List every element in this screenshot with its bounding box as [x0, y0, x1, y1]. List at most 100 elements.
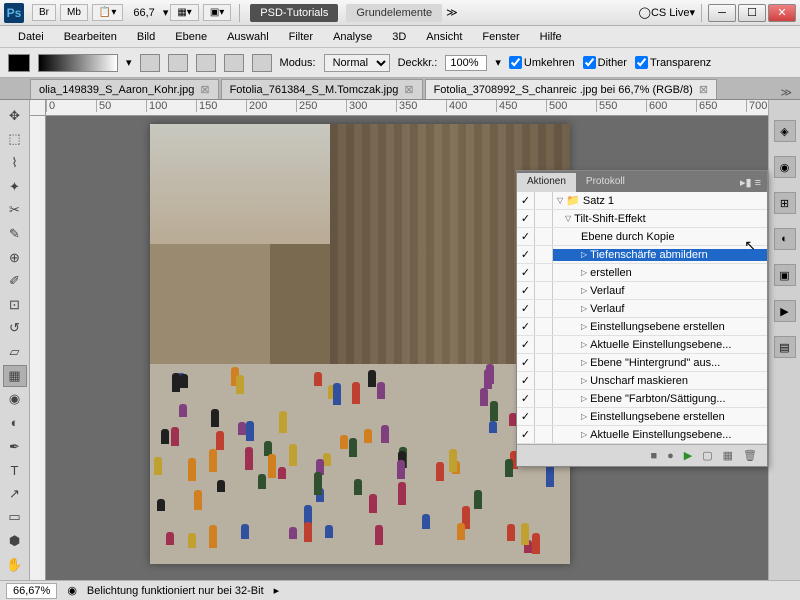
toggle-checkbox[interactable]: ✓ [517, 228, 535, 245]
dialog-toggle[interactable] [535, 192, 553, 209]
action-row[interactable]: ✓Ebene durch Kopie [517, 228, 767, 246]
action-row[interactable]: ✓▷Aktuelle Einstellungsebene... [517, 426, 767, 444]
action-row[interactable]: ✓▷Einstellungsebene erstellen [517, 408, 767, 426]
status-zoom[interactable]: 66,67% [6, 583, 57, 599]
move-tool[interactable]: ✥ [3, 105, 27, 127]
minimize-button[interactable]: ─ [708, 4, 736, 22]
action-row[interactable]: ✓▷Ebene "Hintergrund" aus... [517, 354, 767, 372]
swatches-panel-icon[interactable]: ◉ [774, 156, 796, 178]
dodge-tool[interactable]: ◐ [3, 412, 27, 434]
mini-bridge-button[interactable]: Mb [60, 4, 88, 21]
toggle-checkbox[interactable]: ✓ [517, 192, 535, 209]
cslive-dropdown-icon[interactable]: ▾ [689, 6, 695, 19]
healing-tool[interactable]: ⊕ [3, 247, 27, 269]
shape-tool[interactable]: ▭ [3, 507, 27, 529]
delete-button[interactable]: 🗑 [743, 449, 757, 462]
screen-mode-button[interactable]: ▣▾ [203, 4, 231, 21]
pen-tool[interactable]: ✒ [3, 436, 27, 458]
dialog-toggle[interactable] [535, 408, 553, 425]
dialog-toggle[interactable] [535, 426, 553, 443]
crop-tool[interactable]: ✂ [3, 200, 27, 222]
radial-gradient-button[interactable] [168, 54, 188, 72]
toggle-checkbox[interactable]: ✓ [517, 390, 535, 407]
dialog-toggle[interactable] [535, 300, 553, 317]
workspace-grundelemente[interactable]: Grundelemente [346, 4, 442, 22]
lasso-tool[interactable]: ⌇ [3, 152, 27, 174]
action-row[interactable]: ✓▷Einstellungsebene erstellen [517, 318, 767, 336]
linear-gradient-button[interactable] [140, 54, 160, 72]
dialog-toggle[interactable] [535, 336, 553, 353]
opacity-input[interactable] [445, 55, 487, 71]
menu-datei[interactable]: Datei [8, 28, 54, 46]
path-tool[interactable]: ↗ [3, 483, 27, 505]
action-row[interactable]: ✓▽📁Satz 1 [517, 192, 767, 210]
toggle-checkbox[interactable]: ✓ [517, 372, 535, 389]
maximize-button[interactable]: ☐ [738, 4, 766, 22]
new-set-button[interactable]: ▢ [702, 449, 712, 462]
masks-panel-icon[interactable]: ▣ [774, 264, 796, 286]
menu-bild[interactable]: Bild [127, 28, 165, 46]
menu-fenster[interactable]: Fenster [472, 28, 529, 46]
menu-ansicht[interactable]: Ansicht [416, 28, 472, 46]
workspace-more-icon[interactable]: ≫ [446, 6, 458, 19]
gradient-dropdown-icon[interactable]: ▾ [126, 56, 132, 69]
toggle-checkbox[interactable]: ✓ [517, 264, 535, 281]
toggle-checkbox[interactable]: ✓ [517, 282, 535, 299]
menu-auswahl[interactable]: Auswahl [217, 28, 279, 46]
action-row[interactable]: ✓▷erstellen [517, 264, 767, 282]
actions-panel-icon[interactable]: ▶ [774, 300, 796, 322]
close-tab-icon[interactable]: ⊠ [200, 83, 209, 96]
dialog-toggle[interactable] [535, 228, 553, 245]
workspace-psd-tutorials[interactable]: PSD-Tutorials [250, 4, 338, 22]
reflected-gradient-button[interactable] [224, 54, 244, 72]
toggle-checkbox[interactable]: ✓ [517, 408, 535, 425]
document-tab[interactable]: Fotolia_761384_S_M.Tomczak.jpg⊠ [221, 79, 423, 99]
view-extras-button[interactable]: 📋▾ [92, 4, 123, 21]
marquee-tool[interactable]: ⬚ [3, 129, 27, 151]
hand-tool[interactable]: ✋ [3, 554, 27, 576]
wand-tool[interactable]: ✦ [3, 176, 27, 198]
blur-tool[interactable]: ◉ [3, 389, 27, 411]
layers-panel-icon[interactable]: ▤ [774, 336, 796, 358]
document-tab[interactable]: Fotolia_3708992_S_chanreic .jpg bei 66,7… [425, 79, 718, 99]
3d-tool[interactable]: ⬢ [3, 530, 27, 552]
dialog-toggle[interactable] [535, 246, 553, 263]
close-button[interactable]: ✕ [768, 4, 796, 22]
opacity-dropdown-icon[interactable]: ▾ [495, 56, 501, 69]
menu-analyse[interactable]: Analyse [323, 28, 382, 46]
record-button[interactable]: ● [667, 450, 674, 462]
history-brush-tool[interactable]: ↺ [3, 318, 27, 340]
toggle-checkbox[interactable]: ✓ [517, 300, 535, 317]
menu-bearbeiten[interactable]: Bearbeiten [54, 28, 127, 46]
panel-menu-icon[interactable]: ▸▮ ≡ [734, 173, 767, 192]
cslive-button[interactable]: CS Live [651, 7, 690, 19]
action-row[interactable]: ✓▷Verlauf [517, 300, 767, 318]
dialog-toggle[interactable] [535, 372, 553, 389]
adjustments-panel-icon[interactable]: ◐ [774, 228, 796, 250]
dialog-toggle[interactable] [535, 282, 553, 299]
transparency-checkbox[interactable]: Transparenz [635, 56, 711, 69]
dialog-toggle[interactable] [535, 354, 553, 371]
dialog-toggle[interactable] [535, 390, 553, 407]
brush-tool[interactable]: ✐ [3, 270, 27, 292]
eyedropper-tool[interactable]: ✎ [3, 223, 27, 245]
diamond-gradient-button[interactable] [252, 54, 272, 72]
toggle-checkbox[interactable]: ✓ [517, 426, 535, 443]
tabs-more-icon[interactable]: ≫ [772, 86, 800, 99]
tool-preset-button[interactable]: ▾ [8, 54, 30, 72]
zoom-level[interactable]: 66,7 [133, 7, 154, 19]
new-action-button[interactable]: ▦ [723, 449, 733, 462]
stamp-tool[interactable]: ⊡ [3, 294, 27, 316]
dialog-toggle[interactable] [535, 264, 553, 281]
eraser-tool[interactable]: ▱ [3, 341, 27, 363]
gradient-tool[interactable]: ▦ [3, 365, 27, 387]
menu-ebene[interactable]: Ebene [165, 28, 217, 46]
tab-aktionen[interactable]: Aktionen [517, 173, 576, 192]
color-panel-icon[interactable]: ◈ [774, 120, 796, 142]
mode-select[interactable]: Normal [324, 54, 390, 72]
action-row[interactable]: ✓▷Aktuelle Einstellungsebene... [517, 336, 767, 354]
toggle-checkbox[interactable]: ✓ [517, 318, 535, 335]
menu-hilfe[interactable]: Hilfe [530, 28, 572, 46]
play-button[interactable]: ▶ [684, 449, 692, 462]
reverse-checkbox[interactable]: Umkehren [509, 56, 575, 69]
